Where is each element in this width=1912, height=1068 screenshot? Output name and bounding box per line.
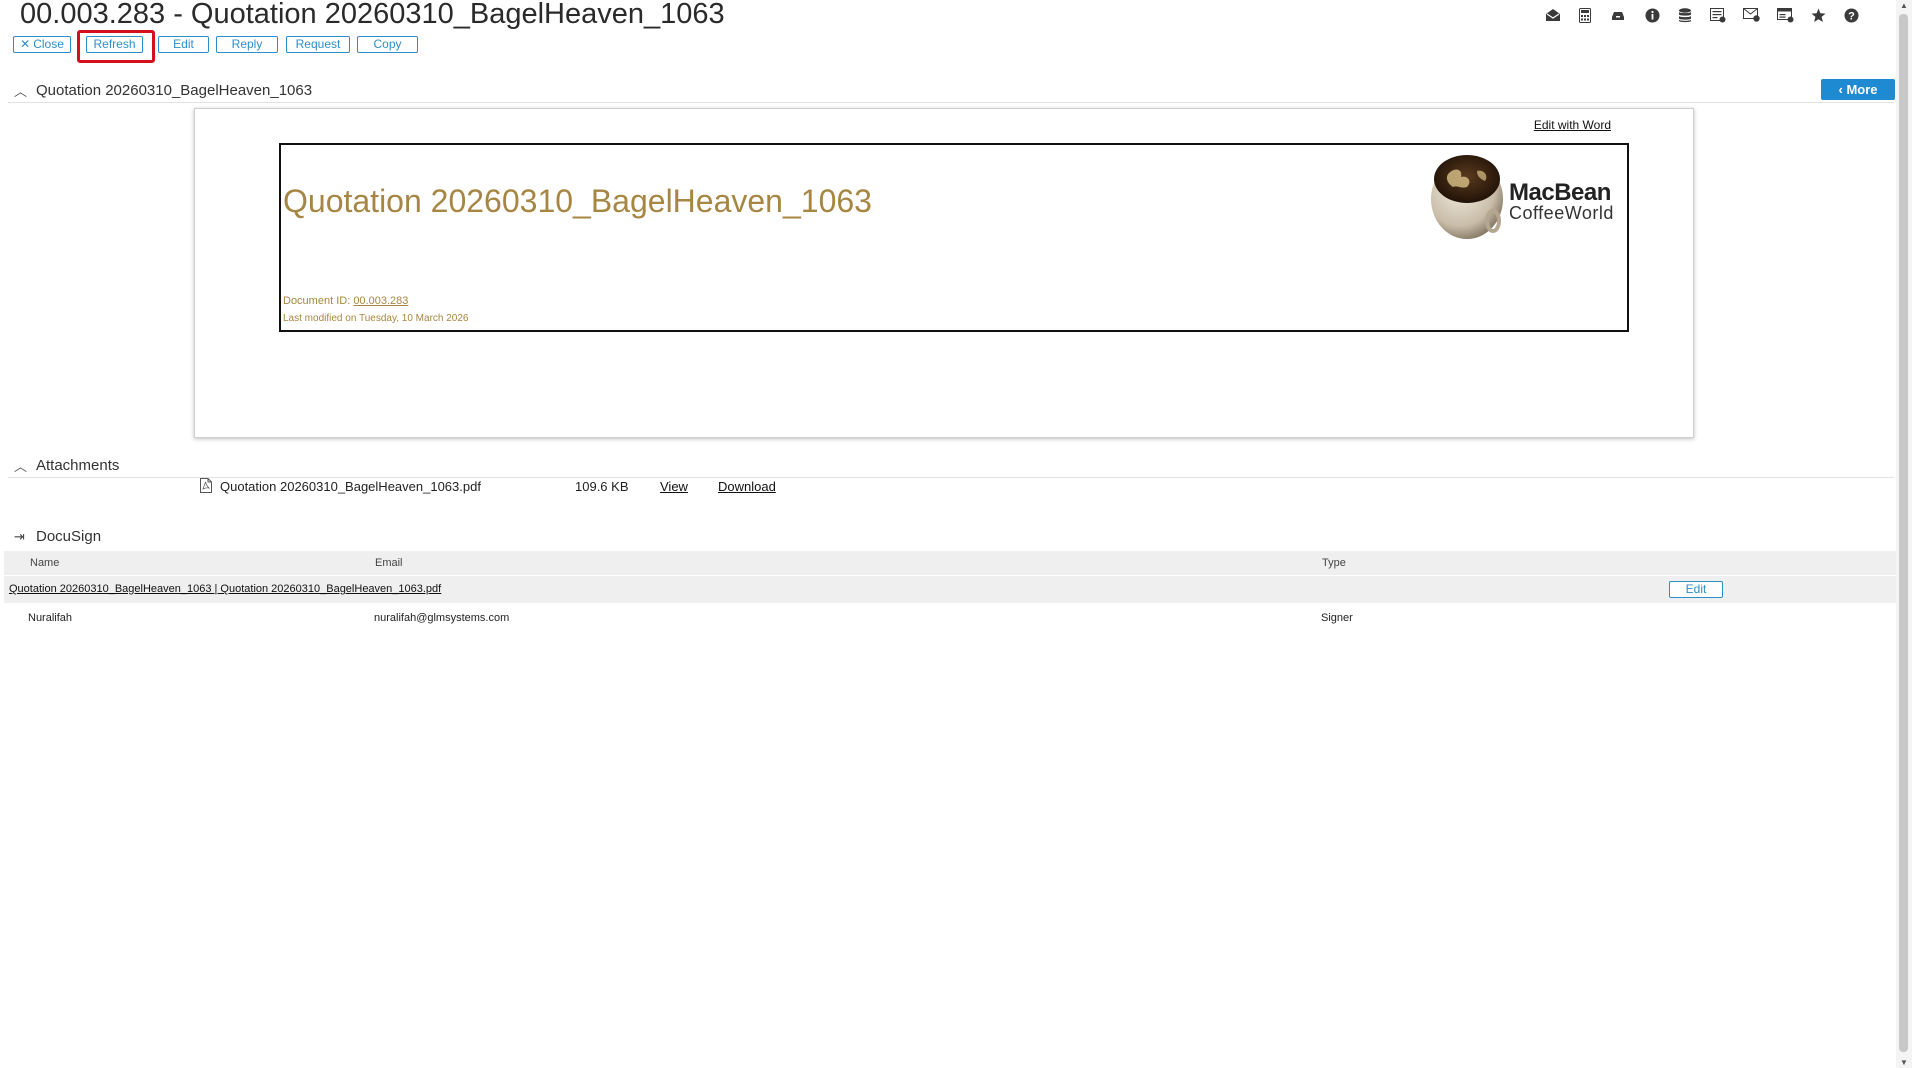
table-row: Nuralifah nuralifah@glmsystems.com Signe… <box>4 603 1896 631</box>
document-preview: Edit with Word Quotation 20260310_BagelH… <box>194 108 1694 438</box>
pin-icon[interactable]: ⇥ <box>14 529 25 545</box>
column-header-name: Name <box>30 557 60 569</box>
coffee-cup-icon <box>1431 155 1503 239</box>
signer-name: Nuralifah <box>28 612 73 624</box>
download-link[interactable]: Download <box>718 479 776 494</box>
document-section-title: Quotation 20260310_BagelHeaven_1063 <box>36 82 313 99</box>
document-id-label: Document ID: <box>283 295 351 307</box>
view-link[interactable]: View <box>660 479 688 494</box>
form-icon[interactable] <box>1774 4 1796 26</box>
attachment-name: Quotation 20260310_BagelHeaven_1063.pdf <box>220 479 481 494</box>
copy-button[interactable]: Copy <box>357 36 418 53</box>
more-button-label: More <box>1846 82 1878 97</box>
logo-sub-text: CoffeeWorld <box>1509 203 1614 223</box>
chevron-left-icon: ‹ <box>1838 82 1843 97</box>
attachment-row: Quotation 20260310_BagelHeaven_1063.pdf … <box>0 478 1912 498</box>
edit-button[interactable]: Edit <box>158 36 209 53</box>
info-icon[interactable] <box>1641 4 1663 26</box>
document-id: Document ID: 00.003.283 <box>283 295 408 307</box>
docusign-title: DocuSign <box>36 528 102 545</box>
docusign-table-header: Name Email Type <box>4 551 1896 575</box>
reply-button[interactable]: Reply <box>216 36 278 53</box>
scroll-thumb[interactable] <box>1899 14 1908 1052</box>
help-icon[interactable]: ? <box>1840 4 1862 26</box>
document-heading: Quotation 20260310_BagelHeaven_1063 <box>283 183 872 219</box>
pdf-file-icon <box>200 478 212 493</box>
top-icon-bar: ? <box>1542 4 1872 26</box>
request-button[interactable]: Request <box>286 36 350 53</box>
document-cover: Quotation 20260310_BagelHeaven_1063 MacB… <box>279 143 1629 332</box>
column-header-type: Type <box>1322 557 1346 569</box>
scroll-down-arrow-icon[interactable]: ▼ <box>1899 1058 1909 1067</box>
attachments-title: Attachments <box>36 457 120 474</box>
document-list-icon[interactable] <box>1707 4 1729 26</box>
docusign-table: Name Email Type Quotation 20260310_Bagel… <box>4 551 1896 631</box>
close-icon: ✕ <box>20 37 31 51</box>
database-icon[interactable] <box>1674 4 1696 26</box>
macbean-logo: MacBean CoffeeWorld <box>1427 149 1619 241</box>
calculator-icon[interactable] <box>1574 4 1596 26</box>
docusign-section-header: ⇥ DocuSign <box>8 526 308 548</box>
collapse-chevron-icon[interactable]: ︿ <box>14 456 27 475</box>
svg-text:?: ? <box>1848 10 1855 22</box>
vertical-scrollbar[interactable]: ▲ ▼ <box>1896 0 1912 1068</box>
collapse-chevron-icon[interactable]: ︿ <box>14 81 27 100</box>
attachment-size: 109.6 KB <box>575 479 629 494</box>
mail-open-icon[interactable] <box>1542 4 1564 26</box>
close-button[interactable]: ✕ Close <box>13 36 71 53</box>
more-button[interactable]: ‹ More <box>1821 79 1895 100</box>
page-title: 00.003.283 - Quotation 20260310_BagelHea… <box>20 0 725 30</box>
close-button-label: Close <box>33 37 64 51</box>
inbox-icon[interactable] <box>1607 4 1629 26</box>
edit-with-word-link[interactable]: Edit with Word <box>1534 118 1611 132</box>
document-id-link[interactable]: 00.003.283 <box>353 295 408 307</box>
refresh-highlight <box>77 30 155 63</box>
envelope-edit-button[interactable]: Edit <box>1669 581 1723 598</box>
column-header-email: Email <box>375 557 403 569</box>
attachments-section-header: ︿ Attachments <box>8 455 1894 478</box>
star-icon[interactable] <box>1807 4 1829 26</box>
signer-email: nuralifah@glmsystems.com <box>374 612 510 624</box>
document-section-header: ︿ Quotation 20260310_BagelHeaven_1063 <box>8 80 1894 103</box>
docusign-envelope-row: Quotation 20260310_BagelHeaven_1063 | Qu… <box>4 575 1896 603</box>
last-modified: Last modified on Tuesday, 10 March 2026 <box>283 313 469 324</box>
envelope-link[interactable]: Quotation 20260310_BagelHeaven_1063 | Qu… <box>9 583 441 595</box>
scroll-up-arrow-icon[interactable]: ▲ <box>1899 1 1909 10</box>
mail-check-icon[interactable] <box>1740 4 1762 26</box>
signer-type: Signer <box>1321 612 1353 624</box>
